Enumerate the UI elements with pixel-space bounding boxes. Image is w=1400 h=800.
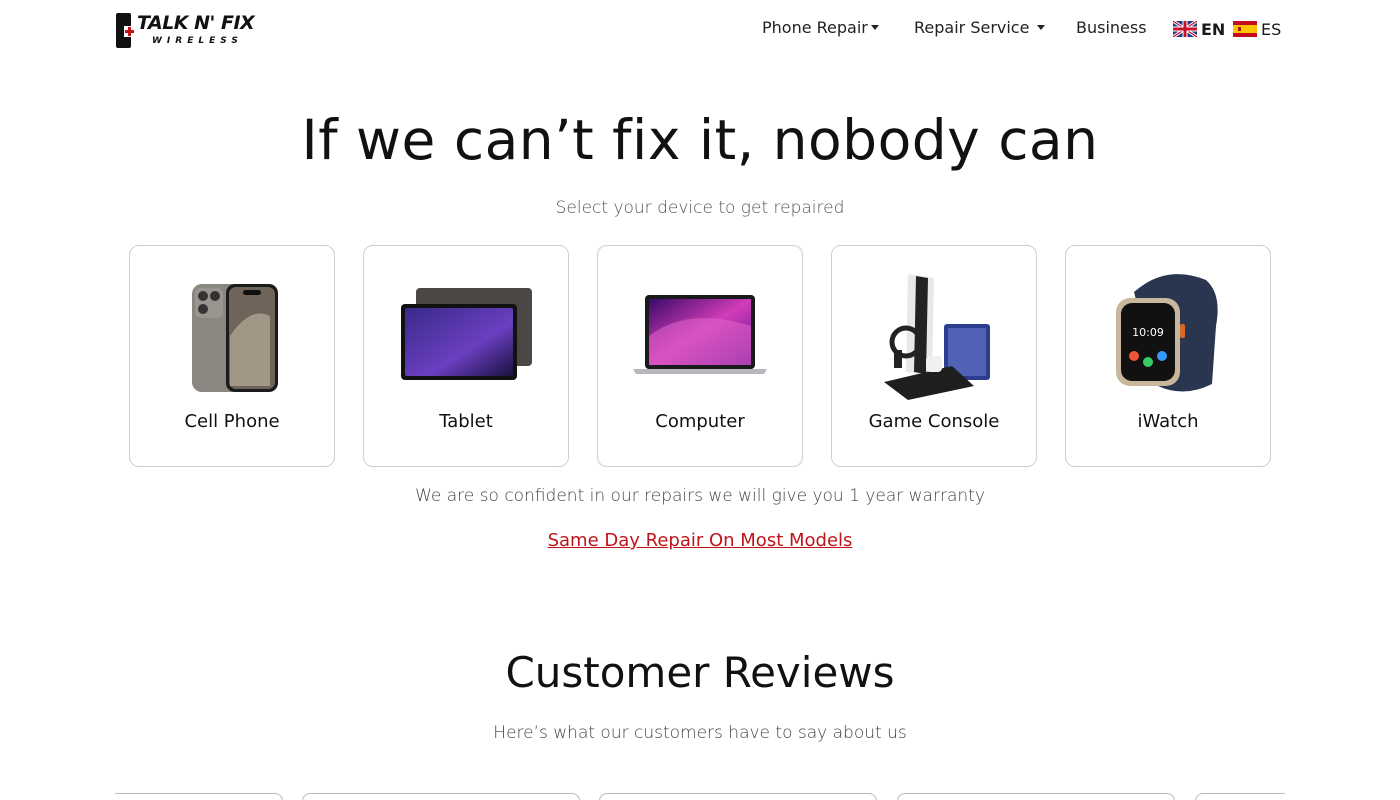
nav-repair-service[interactable]: Repair Service [914, 18, 1046, 37]
game-console-icon [884, 274, 990, 400]
brand-logo[interactable]: TALK N' FIX WIRELESS [115, 12, 255, 50]
device-label: Computer [655, 411, 745, 432]
review-card [302, 793, 580, 800]
laptop-icon [633, 295, 767, 374]
device-card-tablet[interactable]: Tablet [363, 245, 569, 467]
device-card-cell-phone[interactable]: Cell Phone [129, 245, 335, 467]
device-label: Tablet [439, 411, 493, 432]
hero-title: If we can’t fix it, nobody can [301, 108, 1099, 172]
hero-subtitle: Select your device to get repaired [555, 198, 845, 218]
nav-business-label: Business [1076, 18, 1147, 37]
nav-business[interactable]: Business [1076, 18, 1147, 37]
device-label: Cell Phone [184, 411, 280, 432]
reviews-subtitle: Here’s what our customers have to say ab… [493, 723, 907, 743]
lang-es[interactable]: ES [1233, 18, 1281, 40]
spain-flag-icon [1233, 21, 1257, 37]
same-day-repair-link[interactable]: Same Day Repair On Most Models [548, 530, 853, 551]
device-card-game-console[interactable]: Game Console [831, 245, 1037, 467]
device-card-computer[interactable]: Computer [597, 245, 803, 467]
lang-en[interactable]: EN [1173, 18, 1225, 40]
logo-phone-icon [116, 13, 135, 48]
watch-icon: 10:09 [1116, 274, 1218, 392]
nav-phone-repair-label: Phone Repair [762, 18, 868, 37]
phone-icon [192, 284, 278, 392]
uk-flag-icon [1173, 21, 1197, 37]
review-card [599, 793, 877, 800]
brand-tagline: WIRELESS [152, 36, 243, 46]
brand-name: TALK N' FIX [137, 12, 255, 34]
reviews-title: Customer Reviews [505, 648, 895, 697]
reviews-carousel [115, 780, 1285, 800]
nav-repair-service-label: Repair Service [914, 18, 1030, 37]
svg-text:10:09: 10:09 [1132, 326, 1164, 339]
warranty-text: We are so confident in our repairs we wi… [415, 486, 985, 506]
tablet-icon [401, 288, 532, 380]
lang-en-label: EN [1201, 19, 1226, 39]
review-card [1195, 793, 1285, 800]
site-header: TALK N' FIX WIRELESS Phone Repair Repair… [0, 0, 1400, 60]
device-label: Game Console [868, 411, 1000, 432]
same-day-repair: Same Day Repair On Most Models [0, 530, 1400, 551]
chevron-down-icon [1037, 24, 1046, 30]
device-label: iWatch [1137, 411, 1199, 432]
review-card [897, 793, 1175, 800]
review-card [115, 793, 283, 800]
nav-phone-repair[interactable]: Phone Repair [762, 18, 879, 37]
device-card-iwatch[interactable]: 10:09 iWatch [1065, 245, 1271, 467]
chevron-down-icon [870, 24, 879, 30]
lang-es-label: ES [1261, 19, 1282, 39]
